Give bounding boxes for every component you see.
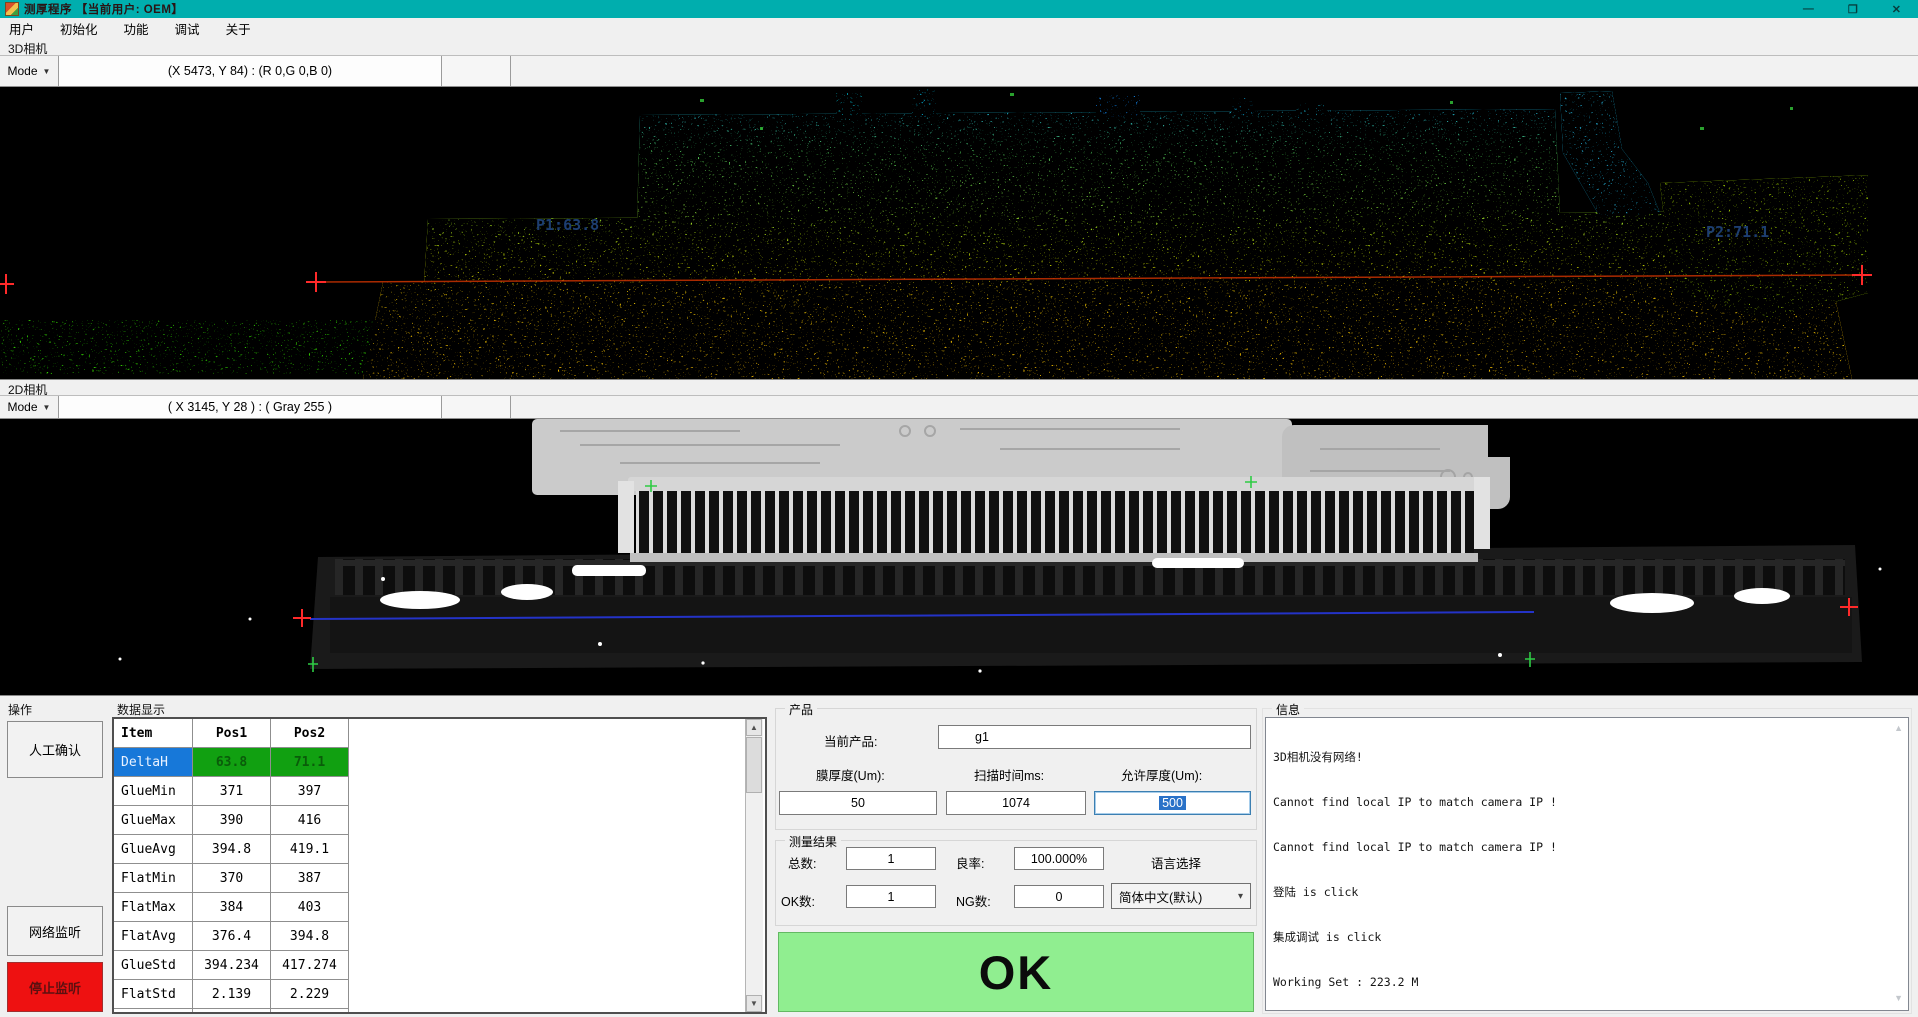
table-header-pos2: Pos2 (271, 719, 349, 748)
window-controls: — ❐ ✕ (1803, 3, 1913, 16)
camera2d-toolbar-cell (442, 396, 511, 418)
selected-text: 500 (1159, 796, 1186, 810)
total-label: 总数: (788, 853, 816, 872)
log-output[interactable]: 3D相机没有网络! Cannot find local IP to match … (1265, 717, 1909, 1011)
scroll-down-icon[interactable]: ▼ (746, 995, 762, 1012)
minimize-button[interactable]: — (1803, 3, 1814, 16)
camera2d-mode-dropdown[interactable]: Mode ▼ (0, 396, 59, 418)
log-line: 集成调试 is click (1273, 930, 1901, 945)
product-group-label: 产品 (785, 701, 817, 718)
camera3d-viewport[interactable]: P1:63.8 P2:71.1 (0, 87, 1918, 380)
language-select-dropdown[interactable]: 简体中文(默认) ▾ (1111, 883, 1251, 909)
camera2d-mode-label: Mode (8, 400, 38, 414)
menu-item-user[interactable]: 用户 (9, 19, 34, 38)
camera3d-mode-label: Mode (8, 64, 38, 78)
close-button[interactable]: ✕ (1892, 3, 1901, 16)
operations-section-label: 操作 (8, 701, 32, 718)
current-product-input[interactable]: g1 (938, 725, 1251, 749)
current-product-label: 当前产品: (824, 731, 877, 750)
yield-label: 良率: (956, 853, 984, 872)
log-line: Working Set : 223.2 M (1273, 975, 1901, 990)
window-title: 测厚程序 【当前用户: OEM】 (24, 1, 183, 17)
table-row[interactable]: FlatMin 370 387 (114, 864, 765, 893)
log-line: Cannot find local IP to match camera IP … (1273, 795, 1901, 810)
log-line: 登陆 is click (1273, 885, 1901, 900)
total-input[interactable]: 1 (846, 847, 936, 870)
manual-confirm-button[interactable]: 人工确认 (7, 721, 103, 778)
menu-item-init[interactable]: 初始化 (60, 19, 98, 38)
results-group-label: 测量结果 (785, 833, 841, 850)
language-selected-value: 简体中文(默认) (1119, 887, 1202, 906)
table-row[interactable]: X 2583.5 7966.7 (114, 1009, 765, 1014)
scroll-up-icon[interactable]: ▲ (746, 719, 762, 736)
stop-listen-button[interactable]: 停止监听 (7, 962, 103, 1012)
ng-count-label: NG数: (956, 891, 991, 910)
p1-measurement-label: P1:63.8 (536, 216, 599, 234)
table-header-pos1: Pos1 (193, 719, 271, 748)
chevron-down-icon: ▾ (1238, 891, 1243, 902)
table-header-item: Item (114, 719, 193, 748)
table-scrollbar[interactable]: ▲ ▼ (745, 719, 763, 1012)
table-row[interactable]: GlueMax 390 416 (114, 806, 765, 835)
menubar: 用户 初始化 功能 调试 关于 (0, 18, 1918, 38)
product-group: 产品 当前产品: g1 膜厚度(Um): 扫描时间ms: 允许厚度(Um): 5… (775, 708, 1257, 830)
film-thickness-label: 膜厚度(Um): (816, 765, 885, 784)
ok-count-label: OK数: (781, 891, 815, 910)
camera2d-toolbar: Mode ▼ ( X 3145, Y 28 ) : ( Gray 255 ) (0, 395, 1918, 419)
camera3d-toolbar-cell (442, 56, 511, 86)
camera3d-mode-dropdown[interactable]: Mode ▼ (0, 56, 59, 86)
log-line: 3D相机没有网络! (1273, 750, 1901, 765)
log-line: Cannot find local IP to match camera IP … (1273, 840, 1901, 855)
camera3d-toolbar: Mode ▼ (X 5473, Y 84) : (R 0,G 0,B 0) (0, 55, 1918, 87)
info-group: 信息 3D相机没有网络! Cannot find local IP to mat… (1262, 708, 1912, 1014)
data-display-table: Item Pos1 Pos2 DeltaH 63.8 71.1 GlueMin … (112, 717, 767, 1014)
scan-time-label: 扫描时间ms: (974, 765, 1044, 784)
app-icon (5, 2, 19, 16)
scroll-down-icon[interactable]: ▼ (1894, 993, 1903, 1003)
camera2d-grayscale-image (0, 419, 1918, 695)
camera3d-pixel-readout: (X 5473, Y 84) : (R 0,G 0,B 0) (59, 56, 442, 86)
scroll-up-icon[interactable]: ▲ (1894, 723, 1903, 733)
table-row[interactable]: GlueAvg 394.8 419.1 (114, 835, 765, 864)
results-group: 测量结果 总数: 1 良率: 100.000% 语言选择 OK数: 1 NG数:… (775, 840, 1257, 926)
language-select-label: 语言选择 (1151, 853, 1201, 872)
data-display-section-label: 数据显示 (117, 701, 165, 718)
table-row[interactable]: GlueMin 371 397 (114, 777, 765, 806)
film-thickness-input[interactable]: 50 (779, 791, 937, 815)
table-header-row: Item Pos1 Pos2 (114, 719, 765, 748)
ng-count-input[interactable]: 0 (1014, 885, 1104, 908)
titlebar: 测厚程序 【当前用户: OEM】 — ❐ ✕ (0, 0, 1918, 18)
camera2d-viewport[interactable] (0, 419, 1918, 696)
table-row[interactable]: FlatStd 2.139 2.229 (114, 980, 765, 1009)
chevron-down-icon: ▼ (43, 403, 51, 412)
table-row[interactable]: FlatMax 384 403 (114, 893, 765, 922)
scan-time-input[interactable]: 1074 (946, 791, 1086, 815)
ok-count-input[interactable]: 1 (846, 885, 936, 908)
p2-measurement-label: P2:71.1 (1706, 223, 1769, 241)
menu-item-function[interactable]: 功能 (124, 19, 149, 38)
menu-item-about[interactable]: 关于 (226, 19, 251, 38)
camera3d-heightmap-image: P1:63.8 P2:71.1 (0, 87, 1918, 379)
table-row[interactable]: GlueStd 394.234 417.274 (114, 951, 765, 980)
camera2d-pixel-readout: ( X 3145, Y 28 ) : ( Gray 255 ) (59, 396, 442, 418)
allowed-thickness-label: 允许厚度(Um): (1121, 765, 1202, 784)
menu-item-debug[interactable]: 调试 (175, 19, 200, 38)
network-listen-button[interactable]: 网络监听 (7, 906, 103, 956)
restore-button[interactable]: ❐ (1848, 3, 1858, 16)
table-row[interactable]: FlatAvg 376.4 394.8 (114, 922, 765, 951)
status-banner: OK (778, 932, 1254, 1012)
yield-input[interactable]: 100.000% (1014, 847, 1104, 870)
table-row-deltah[interactable]: DeltaH 63.8 71.1 (114, 748, 765, 777)
allowed-thickness-input[interactable]: 500 (1094, 791, 1251, 815)
info-group-label: 信息 (1272, 701, 1304, 718)
chevron-down-icon: ▼ (43, 67, 51, 76)
scrollbar-thumb[interactable] (746, 737, 762, 793)
